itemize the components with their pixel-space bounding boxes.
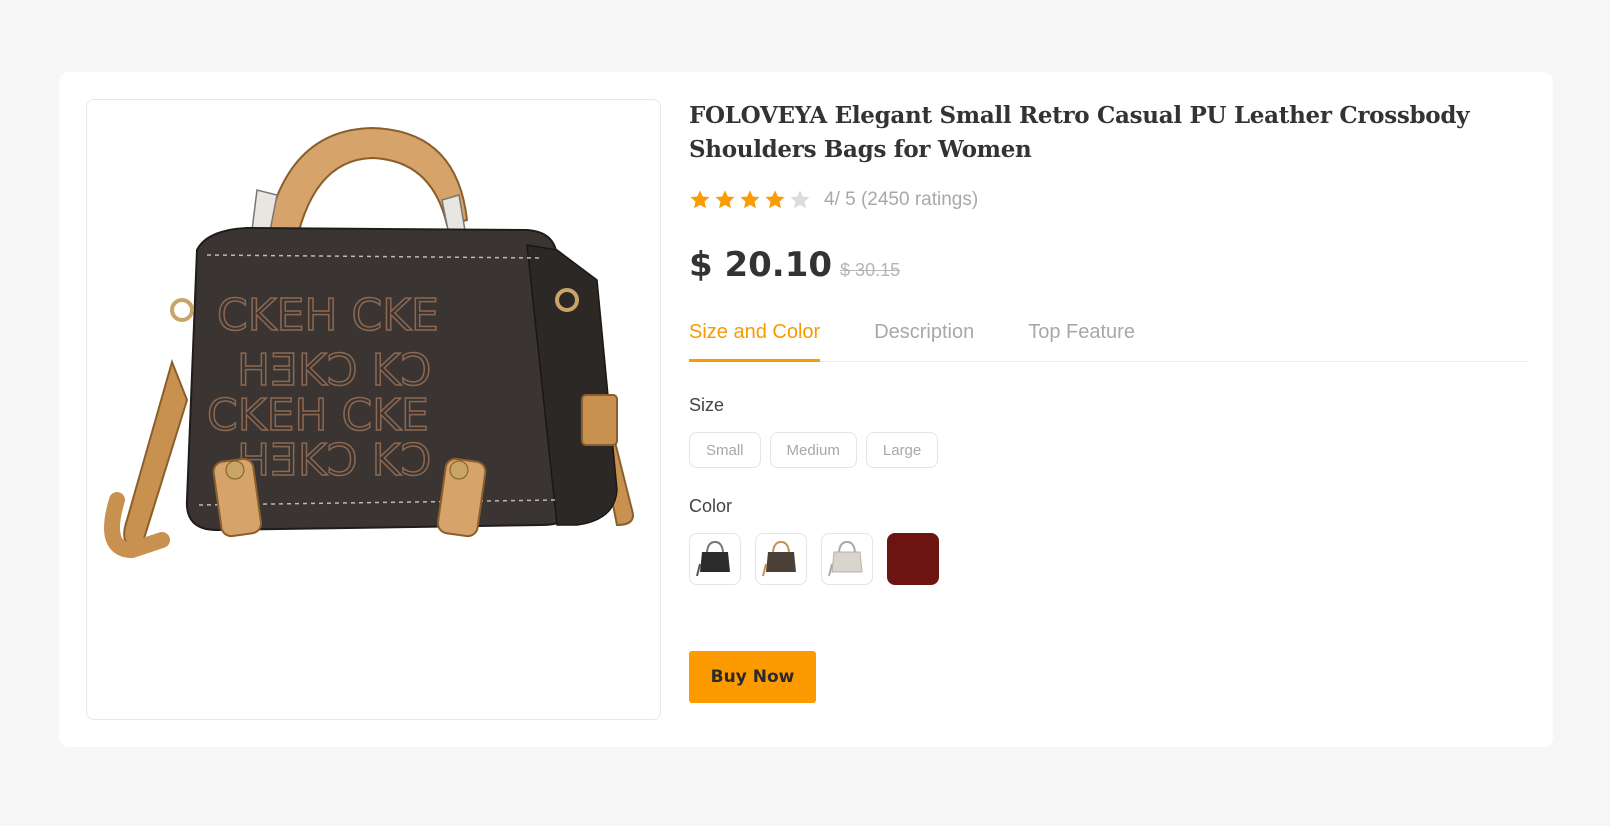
svg-text:HƎKↃ KↃ: HƎKↃ KↃ: [237, 345, 431, 396]
price-row: $ 20.10 $ 30.15: [689, 245, 1529, 289]
product-title: FOLOVEYA Elegant Small Retro Casual PU L…: [689, 102, 1470, 163]
color-options: [689, 533, 1529, 585]
color-option-brown[interactable]: [755, 533, 807, 585]
buy-now-button[interactable]: Buy Now: [689, 651, 816, 703]
color-option-black[interactable]: [689, 533, 741, 585]
product-card: CKEH CKE HƎKↃ KↃ CKEH CKE HƎKↃ KↃ FOLOVE…: [59, 72, 1553, 747]
size-option-small[interactable]: Small: [689, 432, 761, 468]
black-bag-thumbnail: [696, 540, 730, 577]
tab-top-feature[interactable]: Top Feature: [1028, 315, 1135, 359]
size-option-medium[interactable]: Medium: [769, 432, 857, 468]
brown-bag-thumbnail: [762, 540, 796, 577]
handbag-image[interactable]: CKEH CKE HƎKↃ KↃ CKEH CKE HƎKↃ KↃ: [87, 100, 660, 719]
color-option-white[interactable]: [821, 533, 873, 585]
star-filled-icon: [765, 190, 785, 209]
tab-description[interactable]: Description: [874, 315, 974, 359]
svg-text:CKEH CKE: CKEH CKE: [207, 390, 429, 441]
svg-text:HƎKↃ KↃ: HƎKↃ KↃ: [237, 435, 431, 486]
star-empty-icon: [790, 190, 810, 209]
product-tabs: Size and Color Description Top Feature: [689, 315, 1529, 362]
star-rating: [689, 189, 811, 211]
color-label: Color: [689, 496, 733, 516]
svg-text:CKEH CKE: CKEH CKE: [217, 290, 439, 341]
original-price: $ 30.15: [840, 260, 901, 280]
color-option-burgundy[interactable]: [887, 533, 939, 585]
size-option-large[interactable]: Large: [865, 432, 939, 468]
rating-row: 4/ 5 (2450 ratings): [689, 187, 1529, 213]
product-image-frame: CKEH CKE HƎKↃ KↃ CKEH CKE HƎKↃ KↃ: [86, 99, 661, 720]
size-label: Size: [689, 395, 725, 415]
star-filled-icon: [690, 190, 710, 209]
rating-text: 4/ 5 (2450 ratings): [824, 189, 979, 210]
size-options: Small Medium Large: [689, 432, 1529, 468]
white-bag-thumbnail: [828, 540, 863, 577]
current-price: $ 20.10: [689, 245, 833, 285]
tab-size-and-color[interactable]: Size and Color: [689, 315, 821, 362]
star-filled-icon: [715, 190, 735, 209]
star-filled-icon: [740, 190, 760, 209]
product-info: FOLOVEYA Elegant Small Retro Casual PU L…: [689, 99, 1529, 703]
